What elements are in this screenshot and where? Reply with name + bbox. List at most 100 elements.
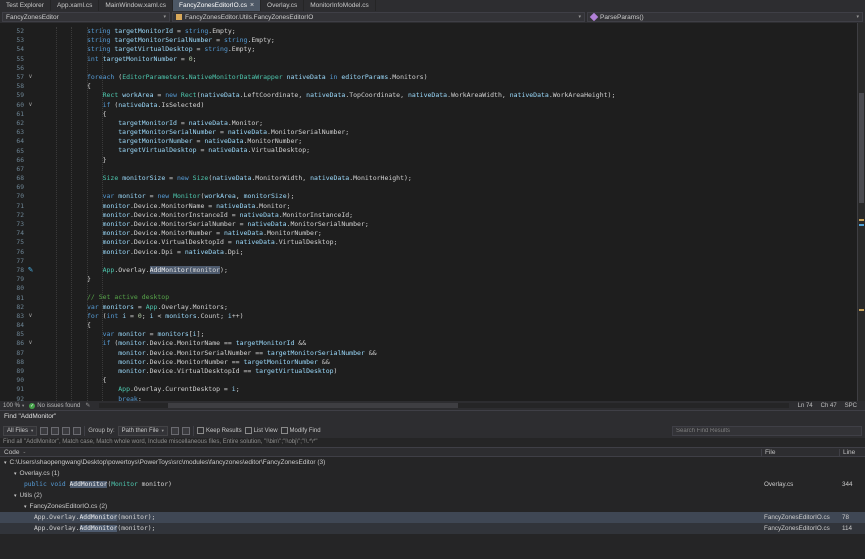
code-line-69[interactable] [40, 183, 865, 192]
code-line-55[interactable]: int targetMonitorNumber = 0; [40, 55, 865, 64]
list-view-toggle[interactable]: List View [245, 427, 278, 434]
code-line-80[interactable] [40, 284, 865, 293]
type-dropdown[interactable]: FancyZonesEditor.Utils.FancyZonesEditorI… [172, 12, 585, 22]
code-line-86[interactable]: if (monitor.Device.MonitorName == target… [40, 339, 865, 348]
code-line-88[interactable]: monitor.Device.MonitorNumber == targetMo… [40, 358, 865, 367]
code-line-56[interactable] [40, 64, 865, 73]
result-row[interactable]: App.Overlay.AddMonitor(monitor);FancyZon… [0, 512, 865, 523]
code-line-68[interactable]: Size monitorSize = new Size(nativeData.M… [40, 174, 865, 183]
code-line-65[interactable]: targetVirtualDesktop = nativeData.Virtua… [40, 146, 865, 155]
code-line-76[interactable]: monitor.Device.Dpi = nativeData.Dpi; [40, 248, 865, 257]
code-line-57[interactable]: foreach (EditorParameters.NativeMonitorD… [40, 73, 865, 82]
code-line-79[interactable]: } [40, 275, 865, 284]
result-group-row[interactable]: ▾C:\Users\shaopengwang\Desktop\powertoys… [0, 457, 865, 468]
code-line-52[interactable]: string targetMonitorId = string.Empty; [40, 27, 865, 36]
code-line-85[interactable]: var monitor = monitors[i]; [40, 330, 865, 339]
code-line-62[interactable]: targetMonitorId = nativeData.Monitor; [40, 119, 865, 128]
code-line-67[interactable] [40, 165, 865, 174]
code-line-89[interactable]: monitor.Device.VirtualDesktopId == targe… [40, 367, 865, 376]
expand-all-icon[interactable] [62, 427, 70, 435]
code-line-71[interactable]: monitor.Device.MonitorName = nativeData.… [40, 202, 865, 211]
check-icon: ✓ [29, 403, 35, 409]
column-header-code[interactable]: Code ⌄ [0, 449, 761, 456]
zoom-control[interactable]: 100 % ▾ [3, 403, 24, 409]
code-line-59[interactable]: Rect workArea = new Rect(nativeData.Left… [40, 91, 865, 100]
project-dropdown[interactable]: FancyZonesEditor ▾ [2, 12, 170, 22]
modify-find-button[interactable]: Modify Find [281, 427, 321, 434]
tab-overlay-cs[interactable]: Overlay.cs [261, 0, 304, 11]
modify-find-label: Modify Find [290, 428, 321, 434]
code-line-75[interactable]: monitor.Device.VirtualDesktopId = native… [40, 238, 865, 247]
code-line-54[interactable]: string targetVirtualDesktop = string.Emp… [40, 45, 865, 54]
tab-app-xaml-cs[interactable]: App.xaml.cs [51, 0, 99, 11]
code-line-92[interactable]: break; [40, 395, 865, 402]
group-by-label: Group by: [88, 428, 114, 434]
code-line-72[interactable]: monitor.Device.MonitorInstanceId = nativ… [40, 211, 865, 220]
issues-indicator[interactable]: ✓ No issues found [29, 403, 80, 409]
settings-icon[interactable] [171, 427, 179, 435]
scope-dropdown[interactable]: All Files ▾ [3, 426, 37, 436]
expand-arrow-icon[interactable]: ▾ [4, 460, 7, 466]
line-number: 81 [0, 295, 24, 302]
code-line-66[interactable]: } [40, 156, 865, 165]
code-line-58[interactable]: { [40, 82, 865, 91]
result-row[interactable]: App.Overlay.AddMonitor(monitor);FancyZon… [0, 523, 865, 534]
copy-results-icon[interactable] [51, 427, 59, 435]
columns-options-icon[interactable] [182, 427, 190, 435]
result-row[interactable]: public void AddMonitor(Monitor monitor)O… [0, 479, 865, 490]
tab-test-explorer[interactable]: Test Explorer [0, 0, 51, 11]
caret-position-mark [859, 224, 864, 226]
line-number: 53 [0, 37, 24, 44]
code-area[interactable]: string targetMonitorId = string.Empty;st… [38, 23, 865, 401]
code-line-91[interactable]: App.Overlay.CurrentDesktop = i; [40, 385, 865, 394]
group-by-dropdown[interactable]: Path then File ▾ [118, 426, 168, 436]
code-line-63[interactable]: targetMonitorSerialNumber = nativeData.M… [40, 128, 865, 137]
code-line-82[interactable]: var monitors = App.Overlay.Monitors; [40, 303, 865, 312]
result-group-row[interactable]: ▾FancyZonesEditorIO.cs (2) [0, 501, 865, 512]
code-line-74[interactable]: monitor.Device.MonitorNumber = nativeDat… [40, 229, 865, 238]
code-line-90[interactable]: { [40, 376, 865, 385]
code-line-78[interactable]: App.Overlay.AddMonitor(monitor); [40, 266, 865, 275]
tab-mainwindow-xaml-cs[interactable]: MainWindow.xaml.cs [99, 0, 173, 11]
editor-vertical-scrollbar[interactable] [857, 23, 865, 401]
editor-horizontal-scrollbar[interactable] [99, 403, 788, 408]
expand-arrow-icon[interactable]: ▾ [24, 504, 27, 510]
code-line-73[interactable]: monitor.Device.MonitorSerialNumber = nat… [40, 220, 865, 229]
result-group-row[interactable]: ▾Utils (2) [0, 490, 865, 501]
space-mode-indicator[interactable]: SPC [845, 403, 857, 409]
code-line-84[interactable]: { [40, 321, 865, 330]
fold-arrow-icon[interactable]: ∨ [24, 73, 37, 82]
code-line-70[interactable]: var monitor = new Monitor(workArea, moni… [40, 192, 865, 201]
close-icon[interactable]: × [250, 2, 254, 9]
scrollbar-thumb[interactable] [168, 403, 457, 408]
column-header-file[interactable]: File [761, 449, 839, 456]
member-dropdown[interactable]: ParseParams() ▾ [587, 12, 863, 22]
column-header-line[interactable]: Line [839, 449, 865, 456]
line-number: 77 [0, 258, 24, 265]
expand-arrow-icon[interactable]: ▾ [14, 493, 17, 499]
fold-arrow-icon[interactable]: ∨ [24, 339, 37, 348]
code-line-81[interactable]: // Set active desktop [40, 293, 865, 302]
collapse-all-icon[interactable] [73, 427, 81, 435]
indent-guide [87, 27, 88, 401]
code-line-61[interactable]: { [40, 110, 865, 119]
fold-arrow-icon[interactable]: ∨ [24, 101, 37, 110]
line-number: 85 [0, 331, 24, 338]
clear-results-icon[interactable] [40, 427, 48, 435]
keep-results-toggle[interactable]: Keep Results [197, 427, 242, 434]
find-results-search-input[interactable] [672, 426, 862, 436]
editor-gutter[interactable]: 525354555657∨585960∨61626364656667686970… [0, 23, 38, 401]
code-line-60[interactable]: if (nativeData.IsSelected) [40, 101, 865, 110]
scrollbar-thumb[interactable] [859, 93, 864, 203]
code-line-87[interactable]: monitor.Device.MonitorSerialNumber == ta… [40, 349, 865, 358]
tab-monitorinfomodel-cs[interactable]: MonitorInfoModel.cs [304, 0, 376, 11]
code-line-53[interactable]: string targetMonitorSerialNumber = strin… [40, 36, 865, 45]
fold-arrow-icon[interactable]: ∨ [24, 312, 37, 321]
code-line-83[interactable]: for (int i = 0; i < monitors.Count; i++) [40, 312, 865, 321]
code-line-77[interactable] [40, 257, 865, 266]
line-number: 61 [0, 111, 24, 118]
result-group-row[interactable]: ▾Overlay.cs (1) [0, 468, 865, 479]
tab-fancyzoneseditorio-cs[interactable]: FancyZonesEditorIO.cs× [173, 0, 261, 11]
expand-arrow-icon[interactable]: ▾ [14, 471, 17, 477]
code-line-64[interactable]: targetMonitorNumber = nativeData.Monitor… [40, 137, 865, 146]
